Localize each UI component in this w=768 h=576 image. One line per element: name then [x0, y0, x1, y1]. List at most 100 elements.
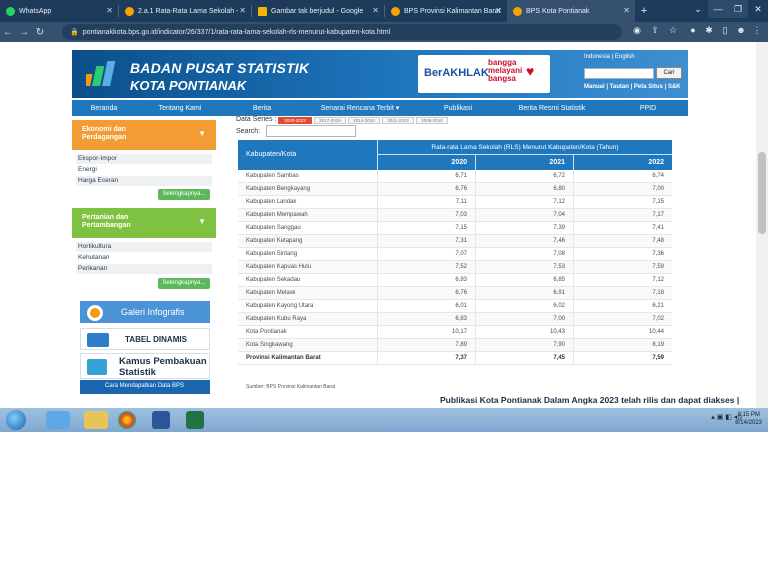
cell-value-2022: 7,02 — [652, 316, 664, 322]
menu-beranda[interactable]: Beranda — [72, 100, 136, 116]
close-tab-icon[interactable]: ✕ — [623, 6, 630, 15]
brand-title: BADAN PUSAT STATISTIK — [130, 60, 310, 76]
kamus-banner[interactable]: Kamus Pembakuan Statistik — [80, 353, 210, 379]
sidebar-category-pertanian[interactable]: Pertanian dan Pertambangan ▼ — [72, 208, 216, 238]
galeri-infografis-banner[interactable]: Galeri Infografis — [80, 301, 210, 323]
close-tab-icon[interactable]: ✕ — [495, 6, 502, 15]
cell-value-2020: 10,17 — [378, 326, 476, 339]
tab-bps-kalbar[interactable]: BPS Provinsi Kalimantan Barat ✕ — [385, 0, 507, 22]
file-explorer-icon[interactable] — [84, 411, 108, 429]
cell-value-2020: 7,52 — [378, 261, 476, 274]
taskbar-clock[interactable]: 3:15 PM 6/14/2023 — [735, 411, 762, 427]
bookmark-star-icon[interactable]: ☆ — [666, 25, 680, 39]
cell-kabupaten: Provinsi Kalimantan Barat — [238, 352, 378, 365]
table-search-input[interactable] — [266, 125, 356, 137]
tab-whatsapp[interactable]: WhatsApp ✕ — [0, 0, 118, 22]
close-tab-icon[interactable]: ✕ — [106, 6, 113, 15]
sidebar-category-ekonomi[interactable]: Ekonomi dan Perdagangan ▼ — [72, 120, 216, 150]
menu-senarai[interactable]: Senarai Rencana Terbit ▾ — [300, 100, 420, 116]
browser-tab-strip: WhatsApp ✕ 2.a.1 Rata-Rata Lama Sekolah … — [0, 0, 768, 22]
close-tab-icon[interactable]: ✕ — [239, 6, 246, 15]
start-button[interactable] — [6, 410, 26, 430]
menu-kebab-icon[interactable]: ⋮ — [750, 25, 764, 39]
minimize-icon[interactable]: — — [708, 0, 728, 18]
menu-berita[interactable]: Berita — [224, 100, 300, 116]
cell-value-2022: 8,19 — [652, 342, 664, 348]
sidebar-item-harga[interactable]: Harga Eceran — [76, 176, 212, 186]
cell-value-2020: 7,15 — [378, 222, 476, 235]
url-field[interactable]: 🔒 pontianakkota.bps.go.id/indicator/26/3… — [62, 24, 622, 40]
page-viewport: BADAN PUSAT STATISTIK KOTA PONTIANAK Ber… — [0, 42, 768, 408]
new-tab-button[interactable]: + — [635, 0, 653, 22]
column-header-2022[interactable]: 2022 — [574, 155, 672, 170]
google-lens-icon[interactable]: ◉ — [630, 25, 644, 39]
tabel-dinamis-banner[interactable]: TABEL DINAMIS — [80, 328, 210, 350]
cell-value-2022: 7,17 — [652, 212, 664, 218]
menu-ppid[interactable]: PPID — [608, 100, 688, 116]
cara-mendapatkan-banner[interactable]: Cara Mendapatkan Data BPS — [80, 380, 210, 394]
sidebar-item-perikanan[interactable]: Perikanan — [76, 264, 212, 274]
tab-bps-pontianak[interactable]: BPS Kota Pontianak ✕ — [507, 0, 635, 22]
header-quick-links[interactable]: Manual | Tautan | Peta Situs | S&K — [584, 84, 681, 90]
tab-rls[interactable]: 2.a.1 Rata-Rata Lama Sekolah - ✕ — [119, 0, 251, 22]
close-tab-icon[interactable]: ✕ — [372, 6, 379, 15]
news-ticker[interactable]: Publikasi Kota Pontianak Dalam Angka 202… — [440, 392, 754, 408]
cell-value-2020: 6,76 — [378, 183, 476, 196]
ie-icon[interactable] — [46, 411, 70, 429]
more-button-pertanian[interactable]: Selengkapnya... — [158, 278, 210, 289]
cell-kabupaten: Kabupaten Melawi — [238, 287, 378, 300]
series-2008-2010[interactable]: 2008-2010 — [416, 117, 448, 124]
cell-value-2022: 7,00 — [652, 186, 664, 192]
column-header-kabupaten[interactable]: Kabupaten/Kota — [238, 140, 378, 170]
cell-value-2022: 10,44 — [648, 329, 664, 335]
cell-value-2020: 6,83 — [378, 274, 476, 287]
source-note: Sumber: BPS Provinsi Kalimantan Barat — [246, 384, 336, 390]
more-button-ekonomi[interactable]: Selengkapnya... — [158, 189, 210, 200]
bps-favicon-icon — [513, 6, 522, 16]
cell-value-2020: 6,76 — [378, 287, 476, 300]
extension-icon[interactable]: ● — [686, 25, 700, 39]
maximize-icon[interactable]: ❐ — [728, 0, 748, 18]
cell-value-2021: 7,00 — [476, 313, 574, 326]
tab-google-drawing[interactable]: Gambar tak berjudul - Google ✕ — [252, 0, 384, 22]
forward-icon[interactable]: → — [16, 27, 32, 38]
berakhlak-banner: BerAKHLAK bangga melayani bangsa ♥ — [418, 55, 550, 93]
cell-value-2022: 7,12 — [652, 277, 664, 283]
sidebar-item-hortikultura[interactable]: Hortikultura — [76, 242, 212, 252]
menu-brs[interactable]: Berita Resmi Statistik — [496, 100, 608, 116]
series-2020-2022[interactable]: 2020-2022 — [278, 117, 312, 124]
menu-tentang-kami[interactable]: Tentang Kami — [136, 100, 224, 116]
menu-publikasi[interactable]: Publikasi — [420, 100, 496, 116]
back-icon[interactable]: ← — [0, 27, 16, 38]
side-panel-icon[interactable]: ▯ — [718, 25, 732, 39]
column-header-2020[interactable]: 2020 — [378, 155, 476, 170]
series-2014-2016[interactable]: 2014-2016 — [348, 117, 380, 124]
site-search-button[interactable]: Cari — [656, 67, 682, 79]
address-bar-row: ← → ↻ 🔒 pontianakkota.bps.go.id/indicato… — [0, 22, 768, 42]
scrollbar-thumb[interactable] — [758, 152, 766, 234]
sidebar-item-kehutanan[interactable]: Kehutanan — [76, 253, 212, 263]
word-icon[interactable] — [152, 411, 170, 429]
chrome-icon[interactable] — [118, 411, 136, 429]
reload-icon[interactable]: ↻ — [32, 27, 48, 38]
close-window-icon[interactable]: ✕ — [748, 0, 768, 18]
puzzle-icon[interactable]: ✱ — [702, 25, 716, 39]
language-switch[interactable]: Indonesia | English — [584, 54, 635, 60]
cell-value-2022: 7,15 — [652, 199, 664, 205]
brand-subtitle: KOTA PONTIANAK — [130, 78, 247, 93]
cell-kabupaten: Kabupaten Kubu Raya — [238, 313, 378, 326]
share-icon[interactable]: ⇪ — [648, 25, 662, 39]
cell-value-2020: 6,01 — [378, 300, 476, 313]
tab-search-icon[interactable]: ⌄ — [688, 0, 708, 18]
site-search-input[interactable] — [584, 68, 654, 79]
tab-title: BPS Kota Pontianak — [526, 7, 590, 15]
profile-icon[interactable]: ☻ — [734, 25, 748, 39]
series-2011-2013[interactable]: 2011-2013 — [382, 117, 414, 124]
excel-icon[interactable] — [186, 411, 204, 429]
table-row: Kota Pontianak 10,17 10,43 10,44 — [238, 326, 672, 339]
column-header-2021[interactable]: 2021 — [476, 155, 574, 170]
sidebar-item-ekspor[interactable]: Ekspor-Impor — [76, 154, 212, 164]
series-2017-2019[interactable]: 2017-2019 — [314, 117, 346, 124]
book-icon — [87, 359, 107, 375]
sidebar-item-energi[interactable]: Energi — [76, 165, 212, 175]
